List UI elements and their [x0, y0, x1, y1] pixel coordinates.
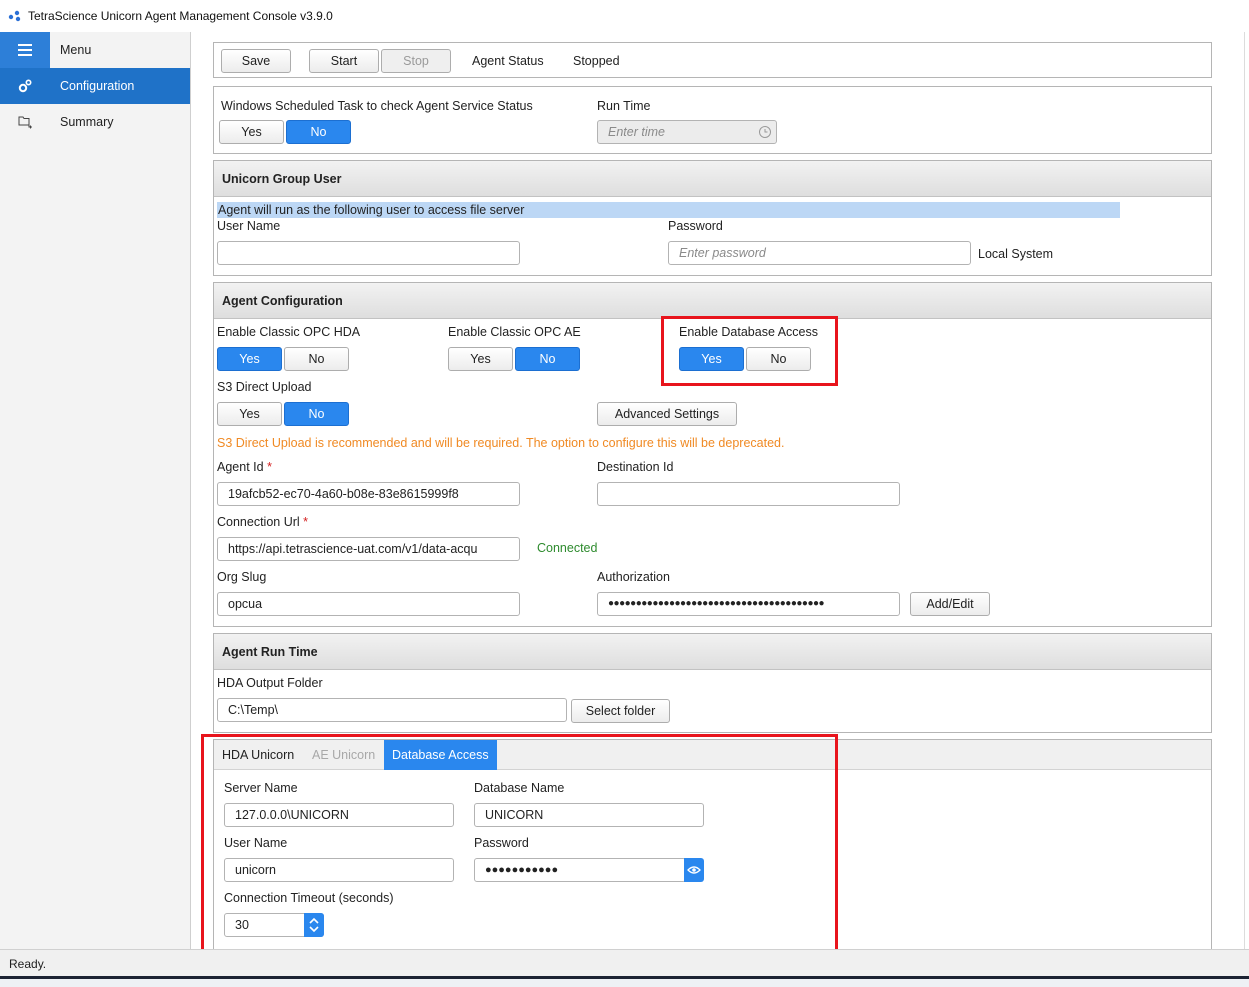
title-bar: TetraScience Unicorn Agent Management Co… [0, 0, 1249, 32]
opc-hda-no-button[interactable]: No [284, 347, 349, 371]
run-time-input[interactable]: Enter time [597, 120, 777, 144]
status-text: Ready. [9, 957, 47, 971]
scheduled-task-no-button[interactable]: No [286, 120, 351, 144]
agent-status-value: Stopped [573, 54, 620, 68]
org-slug-label: Org Slug [217, 570, 267, 584]
taskbar-strip [0, 976, 1249, 987]
connection-url-label: Connection Url * [217, 515, 308, 529]
destination-id-label: Destination Id [597, 460, 674, 474]
authorization-label: Authorization [597, 570, 670, 584]
clock-icon[interactable] [758, 125, 772, 139]
agent-status-label: Agent Status [472, 54, 544, 68]
folder-tree-icon [18, 116, 32, 129]
sidebar-item-label: Configuration [60, 79, 135, 93]
agent-id-label: Agent Id * [217, 460, 272, 474]
s3-upload-label: S3 Direct Upload [217, 380, 312, 394]
group-user-panel: Unicorn Group User Agent will run as the… [213, 160, 1212, 276]
agent-id-label-text: Agent Id [217, 460, 264, 474]
opc-hda-yes-button[interactable]: Yes [217, 347, 282, 371]
select-folder-button[interactable]: Select folder [571, 699, 670, 723]
destination-id-input[interactable] [597, 482, 900, 506]
authorization-input[interactable]: ●●●●●●●●●●●●●●●●●●●●●●●●●●●●●●●●●●●●●●● [597, 592, 900, 616]
org-slug-input[interactable]: opcua [217, 592, 520, 616]
connection-url-input[interactable]: https://api.tetrascience-uat.com/v1/data… [217, 537, 520, 561]
status-bar: Ready. [0, 949, 1249, 976]
s3-yes-button[interactable]: Yes [217, 402, 282, 426]
advanced-settings-button[interactable]: Advanced Settings [597, 402, 737, 426]
database-tab-highlight-box [201, 734, 838, 949]
agent-run-time-title: Agent Run Time [222, 645, 318, 659]
hamburger-line [18, 54, 32, 56]
connection-status: Connected [537, 541, 598, 555]
agent-id-input[interactable]: 19afcb52-ec70-4a60-b08e-83e8615999f8 [217, 482, 520, 506]
start-button[interactable]: Start [309, 49, 379, 73]
app-logo-icon [8, 10, 21, 22]
agent-run-time-panel: Agent Run Time HDA Output Folder C:\Temp… [213, 633, 1212, 733]
hamburger-line [18, 49, 32, 51]
agent-configuration-title: Agent Configuration [222, 294, 343, 308]
group-username-input[interactable] [217, 241, 520, 265]
stop-button[interactable]: Stop [381, 49, 451, 73]
sidebar-item-configuration[interactable]: Configuration [0, 68, 190, 104]
opc-hda-label: Enable Classic OPC HDA [217, 325, 361, 339]
group-password-input[interactable]: Enter password [668, 241, 971, 265]
group-password-label: Password [668, 219, 723, 233]
taskbar-inner [0, 979, 1249, 987]
agent-configuration-header: Agent Configuration [214, 283, 1211, 319]
sidebar: Menu Configuration Summary [0, 32, 191, 949]
db-access-highlight-box [661, 316, 838, 386]
scrollbar-divider [1244, 32, 1245, 949]
hda-folder-input[interactable]: C:\Temp\ [217, 698, 567, 722]
sidebar-item-summary[interactable]: Summary [0, 104, 190, 140]
gears-icon [18, 79, 32, 93]
s3-no-button[interactable]: No [284, 402, 349, 426]
group-user-title: Unicorn Group User [222, 172, 342, 186]
menu-label: Menu [60, 43, 92, 57]
group-user-header: Unicorn Group User [214, 161, 1211, 197]
sidebar-menu-header: Menu [50, 32, 190, 68]
scheduled-task-panel: Windows Scheduled Task to check Agent Se… [213, 86, 1212, 154]
required-mark: * [303, 515, 309, 529]
s3-warning-text: S3 Direct Upload is recommended and will… [217, 436, 785, 450]
main-content: Save Start Stop Agent Status Stopped Win… [191, 32, 1249, 949]
opc-ae-label: Enable Classic OPC AE [448, 325, 581, 339]
window-title: TetraScience Unicorn Agent Management Co… [28, 9, 333, 23]
run-time-label: Run Time [597, 99, 651, 113]
hda-folder-label: HDA Output Folder [217, 676, 323, 690]
hamburger-menu-button[interactable] [0, 32, 50, 68]
scheduled-task-yes-button[interactable]: Yes [219, 120, 284, 144]
save-button[interactable]: Save [221, 49, 291, 73]
add-edit-button[interactable]: Add/Edit [910, 592, 990, 616]
opc-ae-yes-button[interactable]: Yes [448, 347, 513, 371]
group-username-label: User Name [217, 219, 281, 233]
agent-run-time-header: Agent Run Time [214, 634, 1211, 670]
info-highlight: Agent will run as the following user to … [217, 202, 1120, 218]
toolbar-panel: Save Start Stop Agent Status Stopped [213, 42, 1212, 78]
sidebar-item-label: Summary [60, 115, 114, 129]
required-mark: * [267, 460, 272, 474]
local-system-label: Local System [978, 247, 1054, 261]
connection-url-label-text: Connection Url [217, 515, 300, 529]
app-window: TetraScience Unicorn Agent Management Co… [0, 0, 1249, 987]
scheduled-task-label: Windows Scheduled Task to check Agent Se… [221, 99, 533, 113]
opc-ae-no-button[interactable]: No [515, 347, 580, 371]
hamburger-line [18, 44, 32, 46]
group-user-info: Agent will run as the following user to … [218, 203, 525, 217]
